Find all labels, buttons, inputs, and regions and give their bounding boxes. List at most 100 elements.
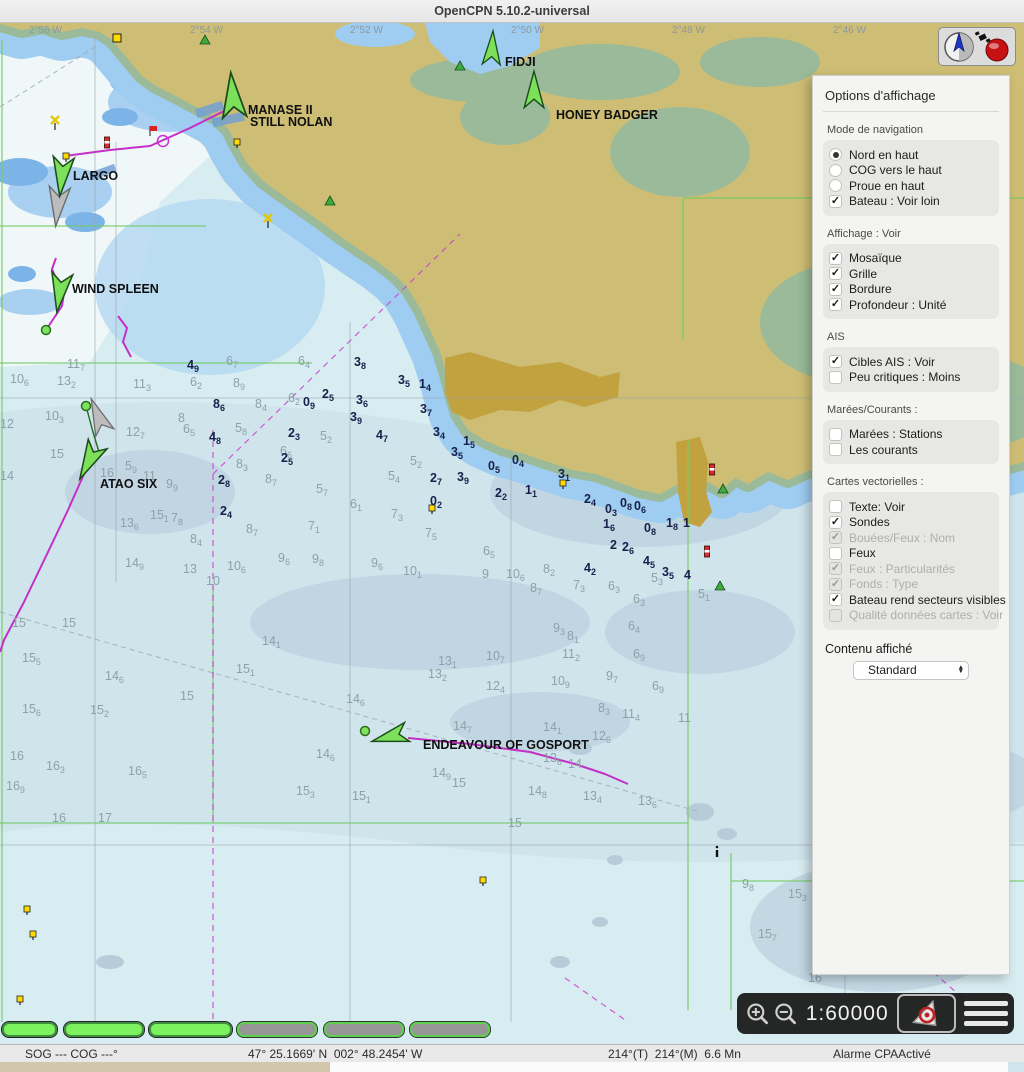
chart-pill[interactable] xyxy=(237,1022,317,1037)
section-box: Texte: Voir✓Sondes✓Bouées/Feux : NomFeux… xyxy=(823,492,999,630)
depth-sounding: 16 xyxy=(52,811,66,825)
track-origin-marker[interactable] xyxy=(42,326,51,335)
checkbox[interactable]: ✓ xyxy=(829,516,842,529)
checkbox[interactable] xyxy=(829,609,842,622)
checkbox[interactable]: ✓ xyxy=(829,283,842,296)
checkbox[interactable]: ✓ xyxy=(829,252,842,265)
checkbox[interactable] xyxy=(829,547,842,560)
window-titlebar[interactable]: OpenCPN 5.10.2-universal xyxy=(0,0,1024,23)
option-row[interactable]: ✓Sondes xyxy=(829,515,993,529)
up-down-chevrons-icon: ▲▼ xyxy=(958,666,964,675)
longitude-label: 2°46 W xyxy=(833,25,866,36)
chart-pill[interactable] xyxy=(2,1022,57,1037)
content-displayed-select[interactable]: Standard ▲▼ xyxy=(853,661,969,680)
chart-control-bar: 1:60000 xyxy=(737,993,1014,1034)
option-row[interactable]: Feux xyxy=(829,546,993,560)
checkbox[interactable] xyxy=(829,428,842,441)
hamburger-icon xyxy=(964,1011,1008,1016)
options-panel-title: Options d'affichage xyxy=(823,86,999,112)
bottom-strip-mid xyxy=(330,1062,1008,1072)
option-row[interactable]: Nord en haut xyxy=(829,148,993,162)
checkbox[interactable]: ✓ xyxy=(829,531,842,544)
status-bar: SOG --- COG ---° 47° 25.1669' N 002° 48.… xyxy=(0,1044,1024,1063)
radio-button[interactable] xyxy=(829,179,842,192)
option-row[interactable]: Les courants xyxy=(829,443,993,457)
checkbox[interactable] xyxy=(829,443,842,456)
chart-pill[interactable] xyxy=(149,1022,232,1037)
option-row[interactable]: ✓ Fonds : Type xyxy=(829,577,993,591)
option-row[interactable]: ✓Bateau rend secteurs visibles xyxy=(829,593,993,607)
option-row[interactable]: Marées : Stations xyxy=(829,427,993,441)
chart-pill[interactable] xyxy=(64,1022,144,1037)
depth-sounding: 15 xyxy=(12,616,26,630)
bottom-strip-right xyxy=(1008,1062,1024,1072)
bottom-strip-left xyxy=(0,1062,330,1072)
menu-button[interactable] xyxy=(964,1001,1008,1026)
track-origin-marker[interactable] xyxy=(82,402,91,411)
option-row[interactable]: ✓Profondeur : Unité xyxy=(829,298,993,312)
section-label: AIS xyxy=(827,331,995,343)
option-row[interactable]: ✓ Bouées/Feux : Nom xyxy=(829,531,993,545)
depth-sounding: 10 xyxy=(206,574,220,588)
depth-sounding: 2 xyxy=(610,538,617,552)
checkbox[interactable]: ✓ xyxy=(829,593,842,606)
compass-widget[interactable] xyxy=(938,27,1016,66)
option-label: Bouées/Feux : Nom xyxy=(849,531,955,545)
checkbox[interactable]: ✓ xyxy=(829,578,842,591)
buoy-yellow-can-icon[interactable] xyxy=(113,34,121,42)
section-box: ✓Mosaïque ✓Grille✓Bordure ✓Profondeur : Un… xyxy=(823,244,999,320)
chart-pill[interactable] xyxy=(410,1022,490,1037)
buoy-red-pole-icon[interactable] xyxy=(710,464,715,475)
option-row[interactable]: Texte: Voir xyxy=(829,500,993,514)
option-row[interactable]: Proue en haut xyxy=(829,179,993,193)
hamburger-icon xyxy=(964,1021,1008,1026)
option-row[interactable]: ✓Cibles AIS : Voir xyxy=(829,355,993,369)
checkbox[interactable]: ✓ xyxy=(829,562,842,575)
checkbox[interactable] xyxy=(829,371,842,384)
option-row[interactable]: Qualité données cartes : Voir xyxy=(829,608,993,622)
bearing-distance-readout: 214°(T) 214°(M) 6.6 Mn xyxy=(608,1047,741,1061)
option-row[interactable]: COG vers le haut xyxy=(829,163,993,177)
bottom-strip xyxy=(0,1062,1024,1072)
option-row[interactable]: ✓Bordure xyxy=(829,282,993,296)
depth-sounding: 1 xyxy=(683,516,690,530)
depth-sounding: 15 xyxy=(62,616,76,630)
option-row[interactable]: ✓ Bateau : Voir loin xyxy=(829,194,993,208)
buoy-red-pole-icon[interactable] xyxy=(705,546,710,557)
option-row[interactable]: Peu critiques : Moins xyxy=(829,370,993,384)
boat-bullseye-icon xyxy=(909,998,943,1029)
buoy-black-i-icon[interactable] xyxy=(716,846,719,857)
content-displayed-value: Standard xyxy=(868,663,917,677)
option-label: Fonds : Type xyxy=(849,577,918,591)
zoom-in-button[interactable] xyxy=(743,995,771,1033)
checkbox[interactable]: ✓ xyxy=(829,355,842,368)
option-row[interactable]: ✓Mosaïque xyxy=(829,251,993,265)
depth-sounding: 4 xyxy=(684,568,691,582)
option-label: Proue en haut xyxy=(849,179,924,193)
section-box: ✓Cibles AIS : VoirPeu critiques : Moins xyxy=(823,347,999,392)
radio-button[interactable] xyxy=(829,148,842,161)
checkbox[interactable]: ✓ xyxy=(829,298,842,311)
depth-sounding: 15 xyxy=(180,689,194,703)
compass-rose-icon xyxy=(940,29,1014,64)
depth-sounding: 16 xyxy=(10,749,24,763)
checkbox[interactable]: ✓ xyxy=(829,195,842,208)
track-origin-marker[interactable] xyxy=(361,727,370,736)
content-displayed-label: Contenu affiché xyxy=(825,642,997,656)
depth-sounding: 9 xyxy=(482,567,489,581)
zoom-out-button[interactable] xyxy=(771,995,799,1033)
option-row[interactable]: ✓Feux : Particularités xyxy=(829,562,993,576)
option-label: Marées : Stations xyxy=(849,427,942,441)
ais-target-label: LARGO xyxy=(73,169,118,183)
checkbox[interactable]: ✓ xyxy=(829,267,842,280)
option-label: Bateau : Voir loin xyxy=(849,194,940,208)
option-row[interactable]: ✓Grille xyxy=(829,267,993,281)
buoy-red-pole-icon[interactable] xyxy=(105,137,110,148)
chart-pill[interactable] xyxy=(324,1022,404,1037)
window-title: OpenCPN 5.10.2-universal xyxy=(434,4,590,18)
center-on-ship-button[interactable] xyxy=(897,994,956,1033)
ais-target-label: STILL NOLAN xyxy=(250,115,332,129)
option-label: COG vers le haut xyxy=(849,163,942,177)
radio-button[interactable] xyxy=(829,164,842,177)
checkbox[interactable] xyxy=(829,500,842,513)
